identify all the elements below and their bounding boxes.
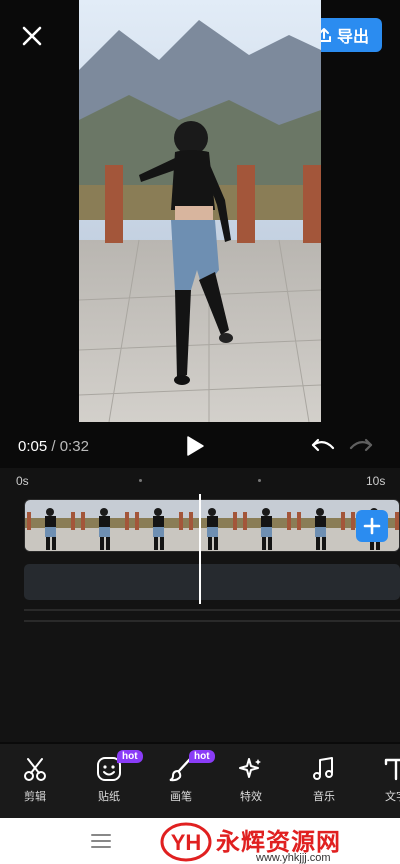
total-time: 0:32 [59,438,89,455]
tool-label: 剪辑 [24,791,46,803]
hot-badge: hot [117,750,143,763]
clip-thumbnail [187,500,241,551]
add-clip-button[interactable] [356,510,388,542]
redo-icon[interactable] [348,434,374,456]
clip-thumbnail [295,500,349,551]
undo-icon[interactable] [310,434,336,456]
ruler-tick [258,479,261,482]
edit-toolbar: 剪辑 hot 贴纸 hot 画笔 特效 音乐 文字 [0,744,400,818]
clip-thumbnail [79,500,133,551]
tool-sparkle[interactable]: 特效 [221,756,281,812]
play-icon[interactable] [182,434,206,458]
timeline[interactable]: 0s 10s [0,468,400,742]
ruler-end-label: 10s [366,474,386,488]
playback-controls: 0:05 / 0:32 [0,432,400,460]
close-icon[interactable] [18,22,46,50]
tool-sticker[interactable]: hot 贴纸 [79,750,143,812]
clip-thumbnail [241,500,295,551]
clip-thumbnail [25,500,79,551]
video-frame-image [79,0,321,422]
tool-label: 文字 [385,791,400,803]
time-ruler: 0s 10s [0,468,400,492]
tool-label: 画笔 [170,791,192,803]
tool-music[interactable]: 音乐 [294,756,354,812]
watermark-url: www.yhkjjj.com [256,852,331,864]
sparkle-icon [221,756,281,782]
playhead[interactable] [199,494,201,604]
music-icon [294,756,354,782]
clip-thumbnail [133,500,187,551]
scissors-icon [5,756,65,782]
navigation-bar: YH 永辉资源网 www.yhkjjj.com [0,818,400,864]
video-preview[interactable] [79,0,321,422]
text-icon [366,756,400,782]
tool-brush[interactable]: hot 画笔 [151,750,215,812]
ruler-start-label: 0s [16,474,29,488]
audio-track[interactable] [24,564,400,600]
tool-label: 贴纸 [98,791,120,803]
current-time: 0:05 [18,438,48,455]
svg-text:YH: YH [171,830,202,855]
menu-icon[interactable] [90,832,112,850]
tool-text[interactable]: 文字 [366,756,400,812]
track-divider [24,609,400,611]
time-separator: / [47,438,60,455]
export-label: 导出 [336,29,369,46]
watermark-logo: YH [160,822,212,862]
timecode: 0:05 / 0:32 [18,438,89,455]
tool-label: 特效 [240,791,262,803]
tool-scissors[interactable]: 剪辑 [5,756,65,812]
track-divider [24,620,400,622]
hot-badge: hot [189,750,215,763]
ruler-tick [139,479,142,482]
tool-label: 音乐 [313,791,335,803]
watermark: YH 永辉资源网 www.yhkjjj.com [160,820,400,864]
video-clip-track[interactable] [24,499,400,552]
plus-icon [363,517,381,535]
